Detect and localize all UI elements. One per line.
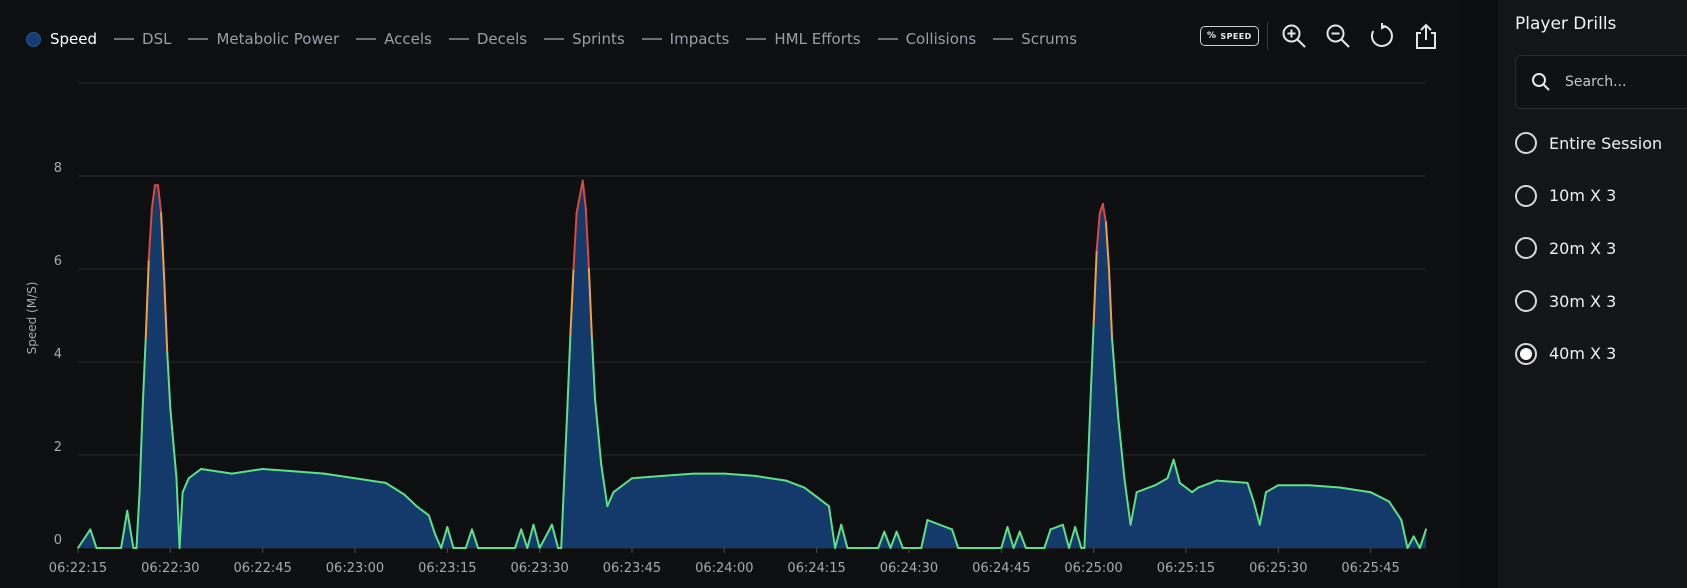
drill-label: 20m X 3 (1549, 238, 1617, 258)
legend-item-accels[interactable]: Accels (356, 30, 432, 48)
player-drills-panel: Player Drills Entire Session 10m X 3 20m… (1498, 0, 1687, 588)
x-tick-label: 06:23:45 (603, 561, 661, 576)
drill-item-20m-x-3[interactable]: 20m X 3 (1515, 222, 1662, 275)
legend-label: HML Efforts (774, 30, 861, 48)
chart-toolbar: % SPEED (1200, 20, 1452, 52)
y-tick-label: 6 (54, 254, 62, 269)
legend-item-dsl[interactable]: DSL (114, 30, 171, 48)
y-tick-label: 4 (54, 347, 62, 362)
x-tick-label: 06:24:00 (695, 561, 753, 576)
y-tick-label: 0 (54, 533, 62, 548)
drill-item-10m-x-3[interactable]: 10m X 3 (1515, 170, 1662, 223)
x-tick-label: 06:25:15 (1157, 561, 1215, 576)
drill-list: Entire Session 10m X 3 20m X 3 30m X 3 4… (1515, 117, 1662, 380)
legend-item-hml-efforts[interactable]: HML Efforts (746, 30, 861, 48)
series-line-icon (641, 38, 662, 40)
legend-item-metabolic-power[interactable]: Metabolic Power (188, 30, 339, 48)
panel-gutter (1461, 0, 1498, 588)
x-tick-label: 06:22:30 (141, 561, 199, 576)
share-icon[interactable] (1408, 20, 1444, 52)
legend-label: DSL (142, 30, 172, 48)
x-tick-label: 06:22:15 (49, 561, 107, 576)
legend-label: Sprints (572, 30, 625, 48)
drill-label: 30m X 3 (1549, 291, 1617, 311)
legend-item-sprints[interactable]: Sprints (544, 30, 625, 48)
drill-item-40m-x-3[interactable]: 40m X 3 (1515, 327, 1662, 380)
percent-speed-toggle[interactable]: % SPEED (1200, 26, 1259, 46)
legend-label: Metabolic Power (216, 30, 340, 48)
drill-item-entire-session[interactable]: Entire Session (1515, 117, 1662, 170)
legend-item-speed[interactable]: Speed (26, 30, 97, 48)
y-axis-label: Speed (M/S) (25, 282, 39, 355)
panel-title: Player Drills (1515, 14, 1617, 34)
series-line-icon (544, 38, 565, 40)
x-tick-label: 06:24:15 (787, 561, 845, 576)
y-ticks: 0 2 4 6 8 (54, 161, 62, 548)
series-line-icon (746, 38, 767, 40)
x-tick-label: 06:23:15 (418, 561, 476, 576)
radio-button[interactable] (1515, 184, 1537, 207)
zoom-out-icon[interactable] (1320, 20, 1356, 52)
drill-label: 40m X 3 (1549, 344, 1617, 364)
legend-label: Impacts (669, 30, 730, 48)
radio-button[interactable] (1515, 132, 1537, 155)
legend-label: Decels (476, 30, 528, 48)
y-tick-label: 2 (54, 440, 62, 455)
zoom-in-icon[interactable] (1276, 20, 1312, 52)
x-tick-label: 06:23:30 (510, 561, 568, 576)
x-tick-label: 06:22:45 (233, 561, 291, 576)
speed-area-fill (78, 180, 1426, 548)
legend-label: Speed (50, 30, 98, 48)
legend-item-impacts[interactable]: Impacts (641, 30, 730, 48)
legend-label: Collisions (905, 30, 977, 48)
series-line-icon (114, 38, 135, 40)
x-tick-label: 06:24:45 (972, 561, 1030, 576)
speed-series-dot-icon (26, 31, 41, 47)
toolbar-divider (1266, 22, 1268, 50)
legend-label: Scrums (1021, 30, 1078, 48)
x-tick-label: 06:23:00 (326, 561, 384, 576)
percent-icon: % (1207, 31, 1217, 41)
series-line-icon (877, 38, 898, 40)
drill-item-30m-x-3[interactable]: 30m X 3 (1515, 275, 1662, 328)
speed-area (78, 180, 1426, 548)
radio-button[interactable] (1515, 290, 1537, 313)
radio-button[interactable] (1515, 237, 1537, 260)
y-tick-label: 8 (54, 161, 62, 176)
legend-label: Accels (384, 30, 432, 48)
legend-item-scrums[interactable]: Scrums (993, 30, 1077, 48)
drill-label: 10m X 3 (1549, 186, 1617, 206)
drill-search[interactable] (1515, 55, 1687, 109)
chart-panel: 02468 06:22:15 06:22:30 06:22:45 06:23:00 06… (0, 0, 1461, 588)
radio-button-selected[interactable] (1515, 342, 1537, 365)
series-line-icon (356, 38, 377, 40)
x-tick-label: 06:24:30 (880, 561, 938, 576)
series-line-icon (188, 38, 209, 40)
legend-item-collisions[interactable]: Collisions (877, 30, 977, 48)
search-input[interactable] (1563, 73, 1687, 91)
speed-badge-label: SPEED (1220, 31, 1252, 41)
speed-chart: 02468 06:22:15 06:22:30 06:22:45 06:23:00 06… (25, 82, 1427, 576)
x-tick-label: 06:25:45 (1341, 561, 1399, 576)
x-tick-label: 06:25:30 (1249, 561, 1307, 576)
chart-legend: Speed DSL Metabolic Power Accels Decels … (26, 28, 1094, 50)
series-line-icon (448, 38, 469, 40)
search-icon (1531, 72, 1551, 92)
legend-item-decels[interactable]: Decels (448, 30, 528, 48)
series-line-icon (993, 38, 1014, 40)
x-tick-label: 06:25:00 (1064, 561, 1122, 576)
x-ticks: 06:22:15 06:22:30 06:22:45 06:23:00 06:23:15… (49, 548, 1400, 576)
drill-label: Entire Session (1549, 133, 1663, 153)
reset-icon[interactable] (1364, 20, 1400, 52)
